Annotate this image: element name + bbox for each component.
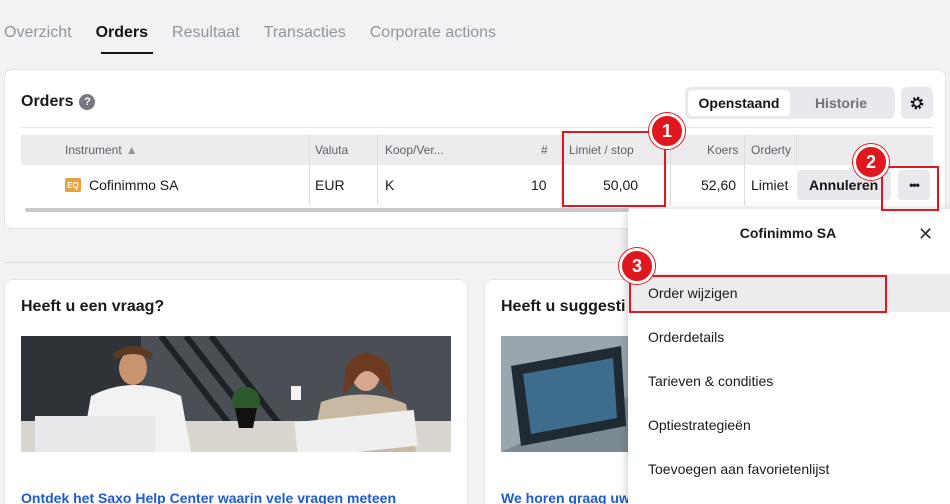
segment-historie[interactable]: Historie bbox=[790, 90, 892, 116]
step-badge-3: 3 bbox=[619, 248, 655, 284]
instrument-cell: EQ Cofinimmo SA bbox=[65, 165, 178, 205]
column-koers[interactable]: Koers bbox=[707, 135, 738, 165]
column-koop-verkoop[interactable]: Koop/Ver... bbox=[385, 135, 444, 165]
highlight-order-wijzigen bbox=[629, 275, 887, 313]
menu-item-optiestrategieen[interactable]: Optiestrategieën bbox=[628, 406, 950, 444]
suggestion-card-title: Heeft u suggesti bbox=[501, 298, 626, 315]
help-card-title: Heeft u een vraag? bbox=[21, 298, 165, 315]
horizontal-scrollbar[interactable] bbox=[25, 208, 629, 212]
menu-item-orderdetails[interactable]: Orderdetails bbox=[628, 318, 950, 356]
laptop-photo bbox=[501, 336, 631, 452]
step-badge-2: 2 bbox=[853, 144, 889, 180]
menu-item-favorieten[interactable]: Toevoegen aan favorietenlijst bbox=[628, 450, 950, 488]
tab-overzicht[interactable]: Overzicht bbox=[4, 24, 72, 50]
settings-button[interactable] bbox=[901, 87, 933, 119]
help-icon[interactable]: ? bbox=[79, 94, 96, 110]
laptop-illustration bbox=[501, 336, 631, 452]
column-separator bbox=[377, 135, 378, 165]
menu-title: Cofinimmo SA bbox=[739, 225, 837, 241]
column-valuta[interactable]: Valuta bbox=[315, 135, 348, 165]
segment-openstaand[interactable]: Openstaand bbox=[688, 90, 790, 116]
quantity-value: 10 bbox=[531, 177, 547, 193]
column-separator bbox=[744, 165, 745, 205]
suggestion-link[interactable]: We horen graag uw bbox=[501, 490, 630, 504]
column-separator bbox=[377, 165, 378, 205]
header-divider bbox=[21, 127, 933, 128]
tab-transacties[interactable]: Transacties bbox=[264, 24, 346, 50]
equity-badge: EQ bbox=[65, 178, 81, 192]
ordertype-value: Limiet bbox=[751, 177, 789, 193]
column-ordertype[interactable]: Orderty bbox=[751, 135, 791, 165]
orders-title: Orders bbox=[21, 93, 74, 110]
orders-table-header: Instrument ▲ Valuta Koop/Ver... # Limiet… bbox=[21, 135, 933, 165]
column-instrument-label: Instrument bbox=[65, 143, 122, 157]
column-separator bbox=[670, 165, 671, 205]
column-instrument[interactable]: Instrument ▲ bbox=[65, 135, 138, 165]
order-status-toggle: Openstaand Historie bbox=[685, 87, 895, 119]
price-value: 52,60 bbox=[701, 177, 737, 193]
office-people-illustration bbox=[21, 336, 451, 452]
tab-orders[interactable]: Orders bbox=[96, 24, 148, 50]
step-badge-1: 1 bbox=[649, 113, 685, 149]
orders-panel: Orders ? Openstaand Historie Instrument … bbox=[4, 69, 946, 229]
column-separator bbox=[744, 135, 745, 165]
column-separator bbox=[309, 135, 310, 165]
instrument-name: Cofinimmo SA bbox=[89, 177, 179, 193]
side-value: K bbox=[385, 177, 395, 193]
order-actions-menu: Cofinimmo SA ✕ Order wijzigen Orderdetai… bbox=[628, 209, 950, 504]
orders-heading: Orders ? bbox=[21, 93, 96, 111]
sort-ascending-icon: ▲ bbox=[125, 143, 138, 157]
help-center-link[interactable]: Ontdek het Saxo Help Center waarin vele … bbox=[21, 490, 396, 504]
help-center-photo bbox=[21, 336, 451, 452]
menu-item-tarieven[interactable]: Tarieven & condities bbox=[628, 362, 950, 400]
highlight-more-button bbox=[881, 166, 939, 211]
active-tab-indicator bbox=[101, 52, 153, 54]
page-tabs: Overzicht Orders Resultaat Transacties C… bbox=[4, 24, 496, 50]
close-icon[interactable]: ✕ bbox=[918, 224, 933, 245]
column-quantity[interactable]: # bbox=[541, 135, 548, 165]
tab-resultaat[interactable]: Resultaat bbox=[172, 24, 240, 50]
column-separator bbox=[796, 135, 797, 165]
highlight-limit-column bbox=[562, 131, 666, 207]
help-card: Heeft u een vraag? Ontdek het Saxo Help … bbox=[4, 279, 468, 504]
currency-value: EUR bbox=[315, 177, 345, 193]
gear-icon bbox=[910, 96, 924, 110]
column-separator bbox=[309, 165, 310, 205]
table-row[interactable]: EQ Cofinimmo SA EUR K 10 50,00 52,60 Lim… bbox=[21, 165, 933, 205]
tab-corporate-actions[interactable]: Corporate actions bbox=[370, 24, 496, 50]
